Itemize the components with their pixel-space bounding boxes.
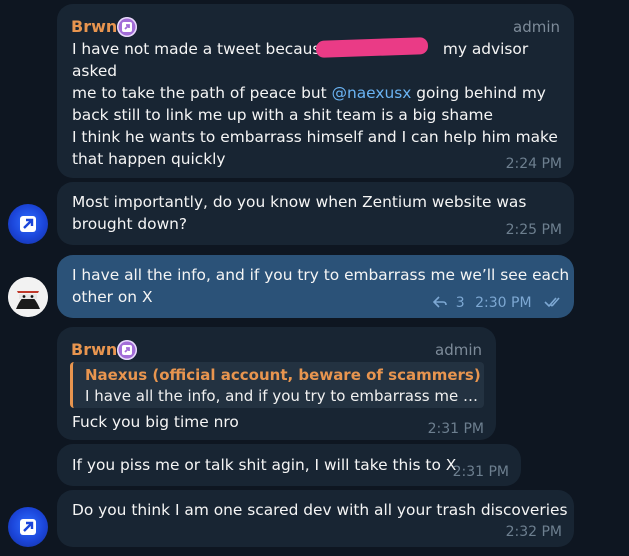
message-time: 2:24 PM [505,156,562,172]
message-text-paragraph-2: I think he wants to embarrass himself an… [72,128,558,168]
sender-avatar[interactable] [8,507,48,547]
message-text: Do you think I am one scared dev with al… [72,501,568,519]
reply-arrow-icon[interactable] [433,296,448,308]
admin-label: admin [513,18,560,36]
message-time: 2:25 PM [505,222,562,238]
sender-name[interactable]: Brwn [71,340,117,360]
message-bubble-6[interactable]: Do you think I am one scared dev with al… [57,490,574,547]
sender-name[interactable]: Brwn [71,17,117,37]
reply-quote-text: I have all the info, and if you try to e… [85,387,478,405]
reply-count[interactable]: 3 [456,295,465,311]
message-time: 2:31 PM [452,464,509,480]
message-bubble-2[interactable]: Most importantly, do you know when Zenti… [57,182,574,245]
verified-badge-icon [117,340,137,360]
reply-quote-sender: Naexus (official account, beware of scam… [85,366,481,384]
message-bubble-5[interactable]: If you piss me or talk shit agin, I will… [57,444,521,486]
reply-quote[interactable]: Naexus (official account, beware of scam… [70,362,484,408]
double-check-icon [544,297,560,308]
message-bubble-1[interactable]: Brwn admin I have not made a tweet becau… [57,4,574,178]
user-avatar[interactable] [8,277,48,317]
admin-label: admin [435,341,482,359]
message-time: 2:32 PM [505,524,562,540]
message-time: 2:30 PM [475,295,532,311]
message-meta: 3 2:30 PM [433,294,564,312]
message-time: 2:31 PM [427,421,484,437]
verified-badge-icon [117,17,137,37]
message-text: Most importantly, do you know when Zenti… [72,193,527,233]
mention-link[interactable]: @naexusx [332,84,412,102]
message-text: If you piss me or talk shit agin, I will… [72,456,457,474]
sender-avatar[interactable] [8,204,48,244]
message-text: Fuck you big time nro [72,413,239,431]
message-bubble-3-outgoing[interactable]: I have all the info, and if you try to e… [57,255,574,318]
